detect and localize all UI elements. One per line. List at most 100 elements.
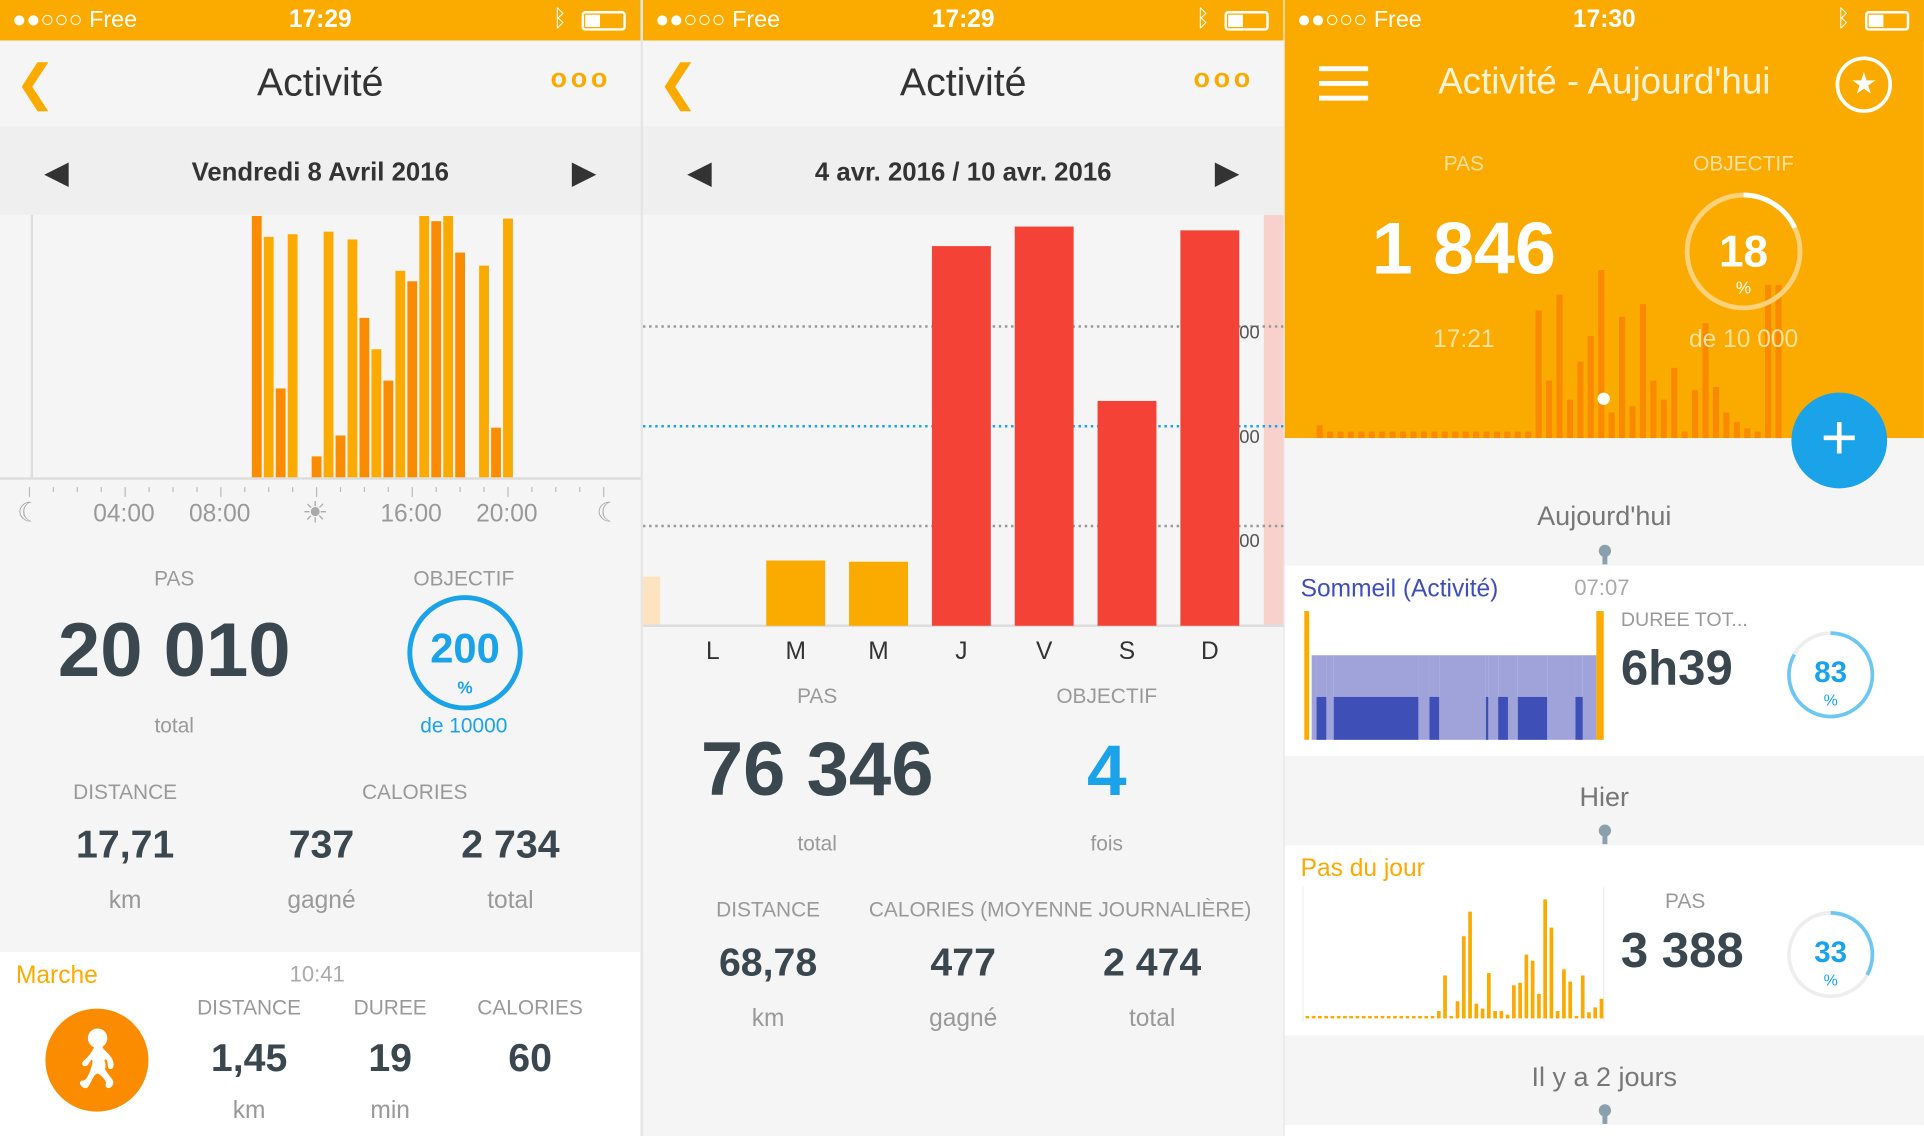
bar bbox=[1347, 431, 1354, 439]
next-week-button[interactable]: ▶ bbox=[1215, 153, 1240, 191]
category-label: M bbox=[785, 638, 805, 665]
sleep-light-segment bbox=[1439, 655, 1486, 740]
bar bbox=[1380, 1015, 1385, 1019]
bar bbox=[1512, 985, 1516, 1019]
bar bbox=[1374, 1015, 1379, 1019]
more-button[interactable]: ooo bbox=[1193, 63, 1254, 95]
bar bbox=[287, 234, 298, 478]
timeline-stem bbox=[1602, 834, 1608, 845]
bar bbox=[1712, 386, 1720, 439]
bar bbox=[1608, 412, 1615, 439]
timeline-stem bbox=[1602, 554, 1608, 565]
steps-sub: total bbox=[154, 714, 194, 738]
moon-icon: ☾ bbox=[596, 496, 621, 528]
next-day-button[interactable]: ▶ bbox=[572, 153, 597, 191]
date-selector: ◀ 4 avr. 2016 / 10 avr. 2016 ▶ bbox=[642, 126, 1284, 215]
steps-card-title: Pas du jour bbox=[1300, 855, 1425, 883]
bar bbox=[335, 435, 346, 478]
steps-label: PAS bbox=[797, 684, 838, 708]
sleep-card[interactable]: Sommeil (Activité) 07:07 DUREE TOT... 6h… bbox=[1284, 565, 1924, 756]
bar bbox=[1493, 431, 1501, 439]
walk-calories: 60 bbox=[508, 1035, 552, 1080]
sleep-deep-segment bbox=[1333, 696, 1419, 740]
steps-label: PAS bbox=[1443, 152, 1484, 176]
timeline-stem bbox=[1602, 1114, 1608, 1124]
goal-count: 4 bbox=[1086, 731, 1127, 812]
bar bbox=[1343, 1015, 1347, 1019]
bar bbox=[1487, 973, 1491, 1019]
bar bbox=[1650, 380, 1657, 439]
bar bbox=[383, 380, 394, 478]
category-label: J bbox=[955, 638, 967, 665]
bar bbox=[1518, 982, 1522, 1019]
walk-distance-label: DISTANCE bbox=[197, 996, 302, 1020]
percent-sign: % bbox=[1823, 970, 1838, 989]
bar bbox=[1452, 431, 1459, 439]
bluetooth-icon: ᛒ bbox=[1836, 6, 1851, 32]
bar bbox=[455, 252, 466, 478]
bar bbox=[1505, 1014, 1510, 1019]
bar bbox=[1474, 1003, 1479, 1019]
week-panel: ●●○○○ Free 17:29 ᛒ ❮ Activité ooo ◀ 4 av… bbox=[642, 0, 1284, 1136]
bar bbox=[1431, 431, 1438, 439]
bar bbox=[931, 246, 991, 626]
status-bar: ●●○○○ Free 17:29 ᛒ bbox=[642, 0, 1284, 41]
bar bbox=[1639, 304, 1647, 439]
bar bbox=[1424, 1015, 1429, 1019]
sleep-light-segment bbox=[1326, 655, 1334, 740]
more-button[interactable]: ooo bbox=[551, 63, 612, 95]
steps-card-label: PAS bbox=[1665, 889, 1706, 913]
clock: 17:30 bbox=[1572, 6, 1636, 34]
nav-bar: ❮ Activité ooo bbox=[642, 40, 1284, 127]
bar bbox=[1480, 1008, 1485, 1019]
clock: 17:29 bbox=[288, 6, 352, 34]
bar bbox=[1411, 1015, 1416, 1019]
battery-icon bbox=[1224, 11, 1269, 31]
bar bbox=[1671, 367, 1678, 439]
bar bbox=[1379, 431, 1386, 439]
steps-card[interactable]: Pas du jour PAS 3 388 33 % bbox=[1284, 845, 1924, 1036]
calories-total-unit: total bbox=[487, 887, 534, 915]
walk-calories-label: CALORIES bbox=[477, 996, 583, 1020]
axis-label: 16:00 bbox=[380, 500, 442, 528]
status-bar: ●●○○○ Free 17:29 ᛒ bbox=[0, 0, 641, 41]
axis-label: 04:00 bbox=[93, 500, 155, 528]
sleep-light-segment bbox=[1507, 655, 1518, 740]
bar bbox=[1556, 294, 1563, 439]
nav-bar: ❮ Activité ooo bbox=[0, 40, 641, 127]
steps-value: 1 846 bbox=[1371, 207, 1556, 290]
sun-icon: ☀ bbox=[301, 496, 329, 531]
bar bbox=[395, 270, 406, 478]
bar bbox=[1358, 431, 1365, 439]
walk-activity-card[interactable]: Marche 10:41 🚶︎ DISTANCE DUREE CALORIES … bbox=[0, 952, 641, 1136]
date-range-label: 4 avr. 2016 / 10 avr. 2016 bbox=[814, 158, 1112, 187]
goal-label: OBJECTIF bbox=[1693, 152, 1794, 176]
bar bbox=[1493, 1011, 1497, 1019]
sleep-end-marker bbox=[1596, 611, 1604, 740]
bar bbox=[407, 281, 418, 478]
sleep-time: 07:07 bbox=[1574, 575, 1630, 601]
bar bbox=[1524, 954, 1529, 1019]
bar bbox=[443, 215, 454, 478]
bar bbox=[311, 456, 322, 478]
bar bbox=[419, 215, 430, 478]
bar bbox=[1593, 1007, 1598, 1019]
percent-sign: % bbox=[1735, 277, 1752, 297]
calories-total: 2 474 bbox=[1103, 939, 1202, 985]
goal-label: OBJECTIF bbox=[1056, 684, 1158, 708]
today-panel: ●●○○○ Free 17:30 ᛒ Activité - Aujourd'hu… bbox=[1284, 0, 1924, 1136]
calories-label: CALORIES bbox=[361, 780, 468, 804]
bar bbox=[1473, 431, 1480, 439]
bar bbox=[1723, 412, 1730, 439]
section-header: Hier bbox=[1579, 781, 1630, 813]
sleep-light-segment bbox=[1547, 655, 1576, 740]
bar bbox=[1566, 399, 1574, 439]
axis-label: 08:00 bbox=[188, 500, 251, 528]
sleep-start-marker bbox=[1304, 611, 1310, 740]
bar bbox=[1097, 400, 1157, 626]
add-button[interactable]: + bbox=[1791, 392, 1888, 489]
star-badge-button[interactable]: ★ bbox=[1835, 56, 1893, 113]
yesterday-steps-chart bbox=[1302, 887, 1605, 1023]
steps-card-percent: 33 bbox=[1814, 936, 1848, 970]
percent-sign: % bbox=[457, 677, 473, 697]
